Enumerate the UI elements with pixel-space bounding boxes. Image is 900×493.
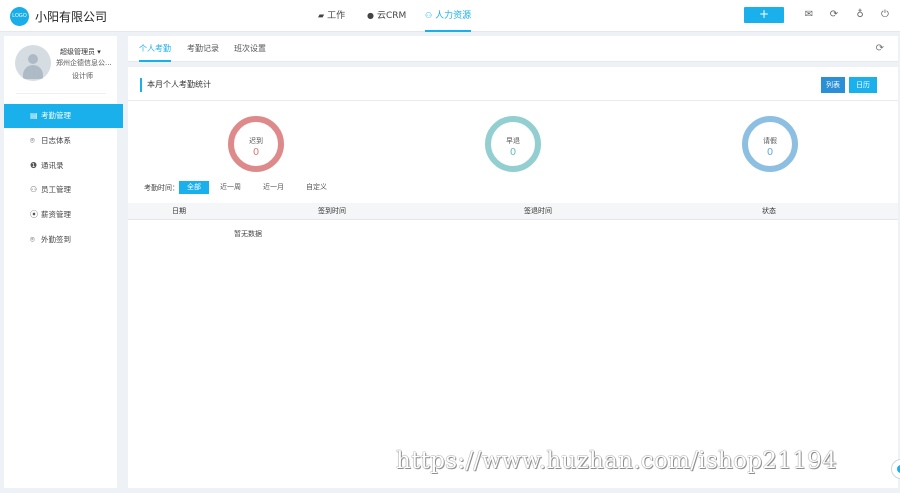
sidebar-item-label: 外勤签到 [41,235,71,244]
calendar-view-button[interactable]: 日历 [849,77,877,93]
filter-custom[interactable]: 自定义 [306,181,327,194]
sidebar-item-checkin[interactable]: ⌾ 外勤签到 [4,228,123,252]
sidebar-item-label: 通讯录 [41,161,64,170]
stat-early-value: 0 [509,147,517,158]
stat-late-value: 0 [252,147,260,158]
sidebar-divider [16,93,106,94]
nav-hr[interactable]: ⚇ 人力资源 [425,0,472,32]
tab-attendance-records[interactable]: 考勤记录 [187,36,219,62]
people-icon: ⚇ [425,11,433,20]
add-button[interactable]: + [744,7,784,23]
avatar-body [23,65,43,79]
stat-leave-value: 0 [766,147,774,158]
nav-work[interactable]: ▰ 工作 [318,0,345,32]
sidebar-item-label: 考勤管理 [41,111,71,120]
nav-crm[interactable]: ● 云CRM [367,0,406,32]
filter-week[interactable]: 近一周 [220,181,241,194]
panel-gap [128,62,898,67]
stat-leave-label: 请假 [763,137,777,145]
sidebar-item-contacts[interactable]: ❶ 通讯录 [4,154,123,178]
company-name: 小阳有限公司 [35,10,108,24]
sidebar-item-label: 员工管理 [41,185,71,194]
tab-shift-settings[interactable]: 班次设置 [234,36,266,62]
column-date[interactable]: 日期 [172,203,186,220]
logo: LOGO [10,7,29,26]
filter-all[interactable]: 全部 [179,181,209,194]
top-bar: LOGO 小阳有限公司 ▰ 工作 ● 云CRM ⚇ 人力资源 + ✉ ⟳ ♁ ⏻ [0,0,900,32]
table-header: 日期 签到时间 签退时间 状态 [128,203,898,220]
power-icon[interactable]: ⏻ [879,9,891,21]
sidebar-item-label: 薪资管理 [41,210,71,219]
avatar-head [28,54,38,64]
stat-leave: 请假 0 [742,116,798,172]
column-checkout-time[interactable]: 签退时间 [524,203,552,220]
tab-bar: 个人考勤 考勤记录 班次设置 ⟳ [128,36,898,62]
refresh-icon[interactable]: ⟳ [876,43,884,54]
sidebar-item-staff[interactable]: ⚇ 员工管理 [4,178,123,202]
attendance-icon: ▤ [30,111,38,120]
briefcase-icon: ▰ [318,11,325,20]
salary-icon: ⦿ [30,210,38,219]
nav-crm-label: 云CRM [376,11,407,21]
cloud-icon: ● [367,11,374,20]
stat-late-label: 迟到 [249,137,263,145]
user-organization: 郑州企德信息公... [56,59,112,67]
sidebar-item-label: 日志体系 [41,136,71,145]
user-title: 设计师 [72,72,93,80]
location-icon: ⌾ [30,136,35,145]
avatar[interactable] [15,45,51,81]
bulb-icon[interactable]: ♁ [854,9,866,21]
stat-early-leave: 早退 0 [485,116,541,172]
contacts-icon: ❶ [30,161,38,170]
sidebar-item-log[interactable]: ⌾ 日志体系 [4,129,123,153]
stat-late: 迟到 0 [228,116,284,172]
column-checkin-time[interactable]: 签到时间 [318,203,346,220]
sidebar: 超级管理员 ▾ 郑州企德信息公... 设计师 ▤ 考勤管理 ⌾ 日志体系 ❶ 通讯录 … [4,36,123,488]
watermark: https://www.huzhan.com/ishop21194 [396,448,838,474]
filter-label: 考勤时间： [144,184,179,192]
section-title: 本月个人考勤统计 [140,78,211,92]
mail-icon[interactable]: ✉ [803,9,815,21]
list-view-button[interactable]: 列表 [821,77,845,93]
user-role-dropdown[interactable]: 超级管理员 ▾ [60,47,101,57]
sync-icon[interactable]: ⟳ [828,9,840,21]
stat-early-label: 早退 [506,137,520,145]
tab-personal-attendance[interactable]: 个人考勤 [139,36,171,62]
nav-hr-label: 人力资源 [435,11,472,21]
checkin-icon: ⌾ [30,235,35,244]
sidebar-item-salary[interactable]: ⦿ 薪资管理 [4,203,123,227]
staff-icon: ⚇ [30,185,38,194]
sidebar-item-attendance[interactable]: ▤ 考勤管理 [4,104,123,128]
empty-message: 暂无数据 [234,230,262,238]
section-divider [128,100,898,101]
column-status[interactable]: 状态 [762,203,776,220]
nav-work-label: 工作 [327,11,346,21]
main-panel: 个人考勤 考勤记录 班次设置 ⟳ 本月个人考勤统计 列表 日历 迟到 0 早退 … [128,36,898,488]
filter-month[interactable]: 近一月 [263,181,284,194]
